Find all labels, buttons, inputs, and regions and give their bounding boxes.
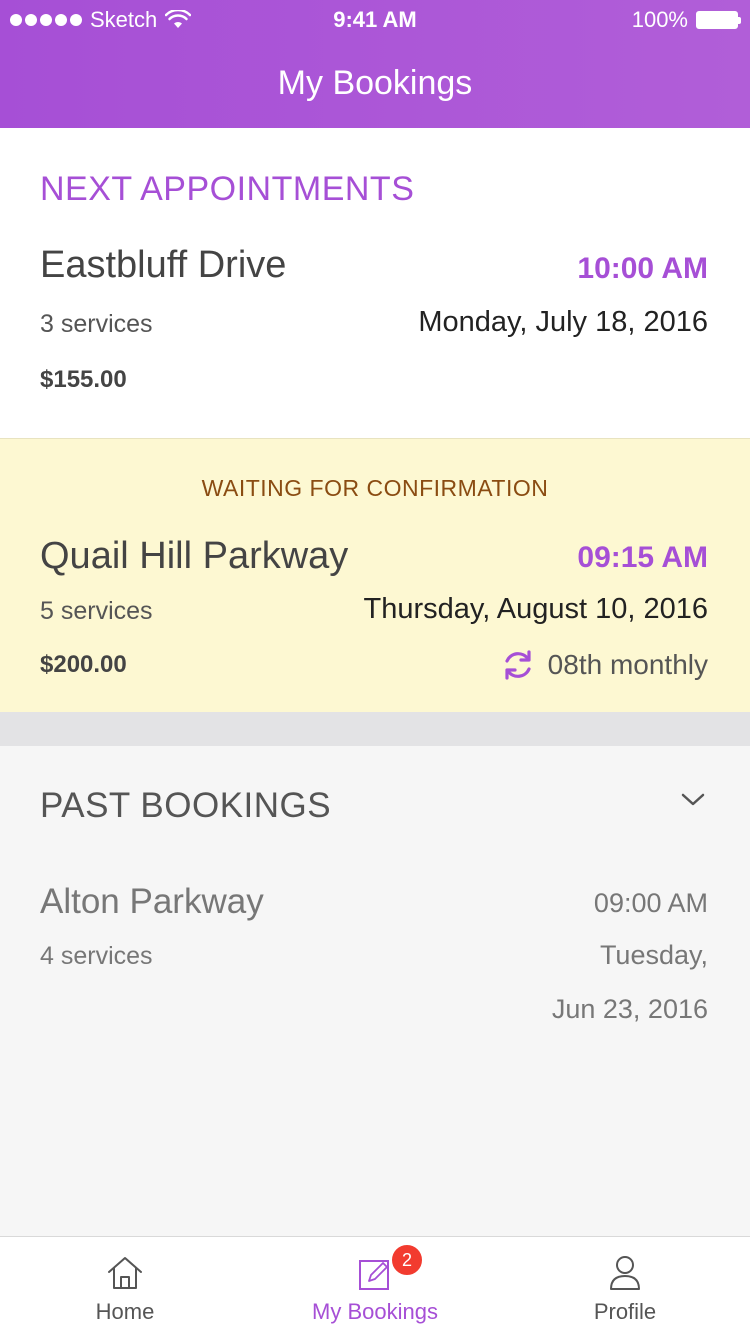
status-bar: Sketch 9:41 AM 100% xyxy=(0,0,750,40)
person-icon xyxy=(610,1256,640,1290)
notification-badge: 2 xyxy=(390,1243,424,1277)
tab-profile[interactable]: Profile xyxy=(500,1237,750,1335)
appointment-price: $155.00 xyxy=(40,366,127,393)
past-booking-place: Alton Parkway xyxy=(40,882,264,921)
appointment-place: Eastbluff Drive xyxy=(40,244,287,286)
past-bookings-heading: PAST BOOKINGS xyxy=(40,786,332,825)
page-title: My Bookings xyxy=(277,64,473,102)
past-booking-services: 4 services xyxy=(40,942,153,970)
past-booking-time: 09:00 AM xyxy=(593,888,708,918)
tab-bar: Home 2 My Bookings Profile xyxy=(0,1236,750,1335)
battery-percentage: 100% xyxy=(631,7,688,32)
appointment-place: Quail Hill Parkway xyxy=(40,535,349,577)
appointment-time: 10:00 AM xyxy=(577,252,708,285)
appointment-services: 5 services xyxy=(40,597,153,625)
chevron-down-icon[interactable] xyxy=(680,792,706,808)
tab-my-bookings[interactable]: 2 My Bookings xyxy=(250,1237,500,1335)
recurring-icon xyxy=(505,650,531,680)
status-right: 100% xyxy=(631,7,741,33)
next-appointments-section: NEXT APPOINTMENTS Eastbluff Drive 10:00 … xyxy=(0,128,750,438)
appointment-time: 09:15 AM xyxy=(577,541,708,574)
waiting-confirmation-card[interactable]: WAITING FOR CONFIRMATION Quail Hill Park… xyxy=(0,438,750,713)
past-booking-date-weekday: Tuesday, xyxy=(599,940,708,970)
past-bookings-section: PAST BOOKINGS Alton Parkway 09:00 AM 4 s… xyxy=(0,746,750,1236)
tab-label: Home xyxy=(95,1299,155,1324)
app-header: Sketch 9:41 AM 100% My Bookings xyxy=(0,0,750,128)
tab-label: Profile xyxy=(593,1299,657,1324)
appointment-price: $200.00 xyxy=(40,651,127,678)
section-divider xyxy=(0,712,750,746)
recurrence-info: 08th monthly xyxy=(500,647,708,683)
battery-icon xyxy=(696,11,741,29)
appointment-services: 3 services xyxy=(40,310,153,338)
recurrence-label: 08th monthly xyxy=(547,649,708,680)
home-icon xyxy=(108,1257,142,1289)
waiting-label: WAITING FOR CONFIRMATION xyxy=(201,475,549,501)
appointment-date: Monday, July 18, 2016 xyxy=(418,306,708,338)
edit-icon xyxy=(359,1260,389,1290)
tab-home[interactable]: Home xyxy=(0,1237,250,1335)
appointment-card[interactable]: Eastbluff Drive 10:00 AM 3 services Mond… xyxy=(0,128,750,438)
past-booking-date: Jun 23, 2016 xyxy=(551,994,708,1024)
tab-label: My Bookings xyxy=(312,1299,438,1324)
appointment-date: Thursday, August 10, 2016 xyxy=(363,593,708,625)
